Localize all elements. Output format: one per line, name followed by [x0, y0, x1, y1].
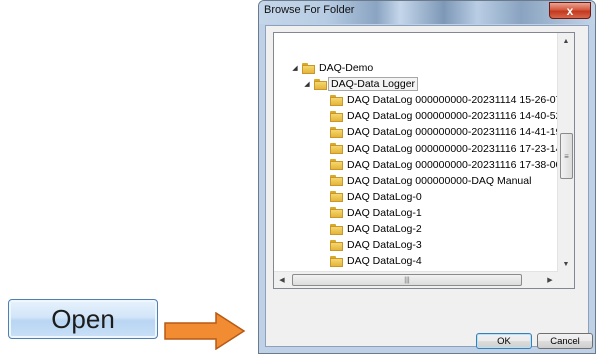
folder-icon: [330, 94, 343, 106]
tree-item-label: DAQ DataLog 000000000-20231116 17-38-00: [347, 158, 562, 171]
scroll-left-icon[interactable]: ◀: [274, 272, 290, 288]
scroll-up-icon[interactable]: ▲: [558, 33, 574, 49]
open-button-label: Open: [51, 303, 115, 334]
close-button[interactable]: x: [549, 2, 591, 19]
tree-item[interactable]: DAQ DataLog 000000000-20231116 17-23-14: [330, 141, 561, 157]
folder-tree-items: ◢ DAQ-Demo ◢ DAQ-Data Logger DAQ DataLog 000…: [274, 33, 561, 288]
tree-item-label: DAQ-Data Logger: [328, 77, 419, 92]
scrollbar-corner: [558, 272, 574, 288]
folder-icon: [314, 78, 327, 90]
tree-item-label: DAQ DataLog 000000000-20231116 14-40-52: [347, 110, 562, 123]
tree-item-label: DAQ DataLog 000000000-20231116 17-23-14: [347, 142, 562, 155]
horizontal-scrollbar[interactable]: ◀ ||| ▶: [274, 271, 558, 288]
folder-icon: [330, 143, 343, 154]
tree-item-label: DAQ DataLog-1: [347, 206, 422, 219]
scroll-down-icon[interactable]: ▼: [558, 256, 574, 272]
tree-item[interactable]: DAQ DataLog 000000000-DAQ Manual: [330, 173, 531, 189]
tree-item[interactable]: DAQ DataLog 000000000-20231116 17-38-00: [330, 157, 561, 173]
vertical-scroll-thumb[interactable]: ≡: [560, 133, 573, 179]
expanded-triangle-icon[interactable]: ◢: [290, 64, 300, 72]
folder-icon: [330, 255, 343, 267]
tree-item-label: DAQ DataLog-2: [347, 223, 422, 235]
tree-item[interactable]: DAQ DataLog 000000000-20231114 15-26-07: [330, 92, 561, 108]
tree-item-label: DAQ DataLog 000000000-20231114 15-26-07: [347, 94, 562, 107]
cancel-button-label: Cancel: [550, 335, 580, 347]
tree-item-label: DAQ DataLog-0: [347, 190, 422, 203]
tree-item-label: DAQ DataLog-4: [347, 255, 422, 268]
folder-icon: [330, 110, 343, 122]
tree-item[interactable]: DAQ DataLog-1: [330, 205, 422, 221]
dialog-titlebar[interactable]: Browse For Folder x: [259, 1, 595, 24]
expanded-triangle-icon[interactable]: ◢: [302, 80, 312, 88]
folder-icon: [302, 62, 315, 74]
folder-icon: [330, 191, 343, 203]
horizontal-scroll-thumb[interactable]: |||: [292, 274, 522, 286]
folder-icon: [330, 126, 343, 138]
tree-item[interactable]: DAQ DataLog 000000000-20231116 14-40-52: [330, 108, 561, 124]
folder-icon: [330, 159, 343, 171]
tree-item[interactable]: DAQ DataLog-0: [330, 189, 422, 205]
folder-icon: [330, 175, 343, 187]
tree-item-label: DAQ-Demo: [319, 62, 374, 74]
folder-tree-view[interactable]: ◢ DAQ-Demo ◢ DAQ-Data Logger DAQ DataLog 000…: [273, 32, 575, 289]
ok-button-label: OK: [497, 335, 511, 347]
tree-item-label: DAQ DataLog 000000000-DAQ Manual: [347, 174, 532, 187]
tree-item[interactable]: DAQ DataLog 000000000-20231116 14-41-19: [330, 124, 561, 140]
scroll-right-icon[interactable]: ▶: [542, 272, 558, 288]
tree-item[interactable]: DAQ DataLog-3: [330, 237, 422, 253]
browse-for-folder-dialog: Browse For Folder x ◢ DAQ-Demo ◢ DAQ-Data L…: [258, 0, 596, 354]
tree-item[interactable]: DAQ DataLog-4: [330, 253, 422, 269]
dialog-title: Browse For Folder: [264, 4, 355, 16]
tree-item[interactable]: ◢ DAQ-Demo: [290, 60, 373, 76]
open-button[interactable]: Open: [8, 299, 158, 339]
close-icon: x: [566, 4, 574, 18]
tree-item-label: DAQ DataLog 000000000-20231116 14-41-19: [347, 126, 562, 139]
vertical-scrollbar[interactable]: ▲ ≡ ▼: [557, 33, 574, 272]
cancel-button[interactable]: Cancel: [537, 333, 593, 349]
folder-icon: [330, 239, 343, 251]
tree-item-label: DAQ DataLog-3: [347, 239, 422, 252]
tree-item[interactable]: DAQ DataLog-2: [330, 221, 422, 237]
folder-icon: [330, 207, 343, 219]
right-arrow-icon: [164, 312, 246, 350]
tree-item[interactable]: ◢ DAQ-Data Logger: [302, 76, 419, 92]
folder-icon: [330, 223, 343, 235]
ok-button[interactable]: OK: [476, 333, 532, 349]
folder-icon: [330, 287, 343, 288]
